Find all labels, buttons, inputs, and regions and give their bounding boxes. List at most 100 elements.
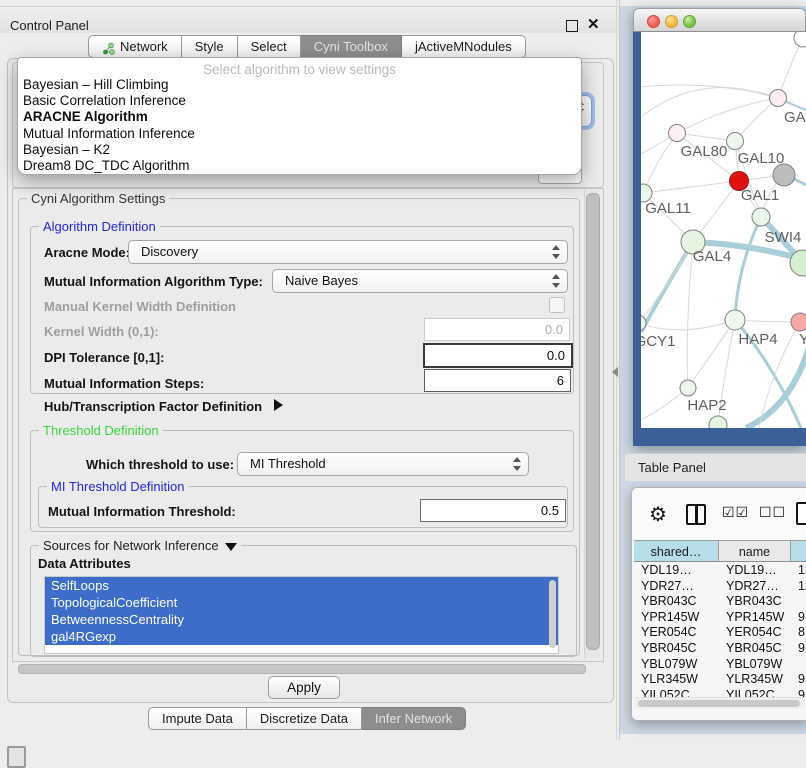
combo-stepper-icon [551,245,560,259]
network-canvas[interactable]: GALGAL80GAL10GAL1GAL11GAL4SWI4GCY1HAP4YH… [641,32,806,428]
list-scrollbar-thumb[interactable] [549,580,556,648]
aracne-mode-combo[interactable]: Discovery [128,240,568,264]
export-table-icon[interactable] [796,502,806,525]
kernel-width-field[interactable]: 0.0 [424,318,570,341]
tab-select[interactable]: Select [238,35,301,58]
attribute-item-selfloops[interactable]: SelfLoops [45,577,558,594]
table-cell: YDR27… [719,579,791,595]
close-traffic-light-icon[interactable] [647,15,660,28]
cyni-bottom-tabbar: Impute Data Discretize DataInfer Network [148,707,466,730]
dropdown-item-dream8-dc-tdc-algorithm[interactable]: Dream8 DC_TDC Algorithm [18,158,581,174]
dropdown-item-basic-correlation-inference[interactable]: Basic Correlation Inference [18,93,581,109]
column-header-shared[interactable]: shared… [634,540,719,562]
mi-type-combo[interactable]: Naive Bayes [272,269,568,293]
dpi-tolerance-field[interactable]: 0.0 [423,343,573,368]
table-row[interactable]: YIL052CYIL052C9. [634,688,806,697]
tab-label: Impute Data [162,708,233,729]
tab-discretize-data[interactable]: Discretize Data [247,707,362,730]
dropdown-item-bayesian-hill-climbing[interactable]: Bayesian – Hill Climbing [18,77,581,93]
table-cell: YLR345W [719,672,791,688]
table-settings-gear-icon[interactable]: ⚙ [649,502,667,527]
algorithm-definition-title: Algorithm Definition [39,219,160,234]
dropdown-item-mutual-information-inference[interactable]: Mutual Information Inference [18,126,581,142]
table-cell: 12 [791,579,806,595]
node-label: GAL [784,109,806,126]
mi-threshold-label: Mutual Information Threshold: [48,504,236,519]
network-node[interactable] [770,90,787,107]
expand-arrow-icon[interactable] [274,399,283,411]
table-row[interactable]: YBR045CYBR045C9. [634,641,806,657]
network-node[interactable] [669,125,686,142]
algorithm-dropdown-placeholder: Select algorithm to view settings [18,58,581,77]
tab-style[interactable]: Style [182,35,238,58]
minimize-traffic-light-icon[interactable] [665,15,678,28]
table-row[interactable]: YBR043CYBR043C [634,594,806,610]
manual-kernel-checkbox[interactable] [549,297,565,313]
dropdown-item-aracne-algorithm[interactable]: ARACNE Algorithm [18,109,581,125]
deselect-all-rows-icon[interactable]: ☐☐ [759,505,786,521]
mi-steps-field[interactable]: 6 [424,369,571,392]
network-node[interactable] [727,133,744,150]
kernel-width-label: Kernel Width (0,1): [44,324,159,339]
minimized-panel-icon[interactable] [7,746,26,768]
data-attributes-label: Data Attributes [38,556,131,571]
node-label: GAL10 [738,150,785,167]
hub-section-label[interactable]: Hub/Transcription Factor Definition [44,399,262,414]
network-node[interactable] [725,310,745,330]
column-visibility-icon[interactable] [686,504,706,525]
select-all-rows-icon[interactable]: ☑☑ [722,505,749,521]
dropdown-item-bayesian-k2[interactable]: Bayesian – K2 [18,142,581,158]
algorithm-dropdown-list: Bayesian – Hill ClimbingBasic Correlatio… [18,77,581,174]
column-header-name[interactable]: name [719,540,791,562]
network-window-titlebar[interactable] [633,8,806,32]
table-cell: YBR045C [634,641,719,657]
table-row[interactable]: YBL079WYBL079W [634,657,806,673]
tab-impute-data[interactable]: Impute Data [148,707,247,730]
settings-vertical-scrollbar-thumb[interactable] [586,193,600,650]
control-panel-title: Control Panel [10,18,89,33]
table-cell: YDL19… [719,563,791,579]
tab-infer-network[interactable]: Infer Network [362,707,466,730]
tab-cyni-toolbox[interactable]: Cyni Toolbox [301,35,402,58]
table-cell: YBR045C [719,641,791,657]
column-header-a[interactable]: A [791,540,806,562]
node-label: GAL80 [681,143,728,160]
network-node[interactable] [752,208,770,226]
table-toolbar: ⚙ ☑☑ ☐☐ [632,488,806,540]
network-node[interactable] [709,416,727,428]
tab-jactivemnodules[interactable]: jActiveMNodules [402,35,526,58]
node-label: SWI4 [765,229,802,246]
mi-threshold-field[interactable]: 0.5 [420,499,566,522]
close-icon[interactable]: ✕ [587,15,600,33]
table-header-row: shared…nameA [634,540,806,562]
apply-button[interactable]: Apply [268,676,340,699]
mi-threshold-group-title: MI Threshold Definition [47,479,188,494]
float-window-icon[interactable] [566,20,578,32]
settings-horizontal-scrollbar-thumb[interactable] [18,664,586,674]
sources-title[interactable]: Sources for Network Inference [39,538,241,553]
table-row[interactable]: YER054CYER054C8. [634,625,806,641]
algorithm-dropdown: Select algorithm to view settings Bayesi… [17,57,582,175]
tab-network[interactable]: Network [88,35,182,58]
table-row[interactable]: YDR27…YDR27…12 [634,579,806,595]
table-horizontal-scrollbar[interactable] [634,697,805,709]
network-view-window: GALGAL80GAL10GAL1GAL11GAL4SWI4GCY1HAP4YH… [633,8,806,446]
table-horizontal-scrollbar-thumb[interactable] [638,700,800,707]
network-node[interactable] [773,164,795,186]
table-row[interactable]: YLR345WYLR345W9. [634,672,806,688]
which-threshold-combo[interactable]: MI Threshold [237,452,529,476]
network-node[interactable] [791,313,806,331]
network-node[interactable] [794,32,806,47]
zoom-traffic-light-icon[interactable] [683,15,696,28]
network-node[interactable] [641,315,646,331]
node-label: GCY1 [641,333,675,350]
attribute-item-gal4rgexp[interactable]: gal4RGexp [45,628,558,645]
attribute-item-topologicalcoefficient[interactable]: TopologicalCoefficient [45,594,558,611]
attribute-item-betweennesscentrality[interactable]: BetweennessCentrality [45,611,558,628]
network-edge [688,320,735,388]
table-row[interactable]: YPR145WYPR145W9. [634,610,806,626]
table-panel-titlebar: Table Panel [625,453,806,481]
table-row[interactable]: YDL19…YDL19…13 [634,563,806,579]
splitter-collapse-icon[interactable] [612,367,618,377]
network-node[interactable] [680,380,696,396]
